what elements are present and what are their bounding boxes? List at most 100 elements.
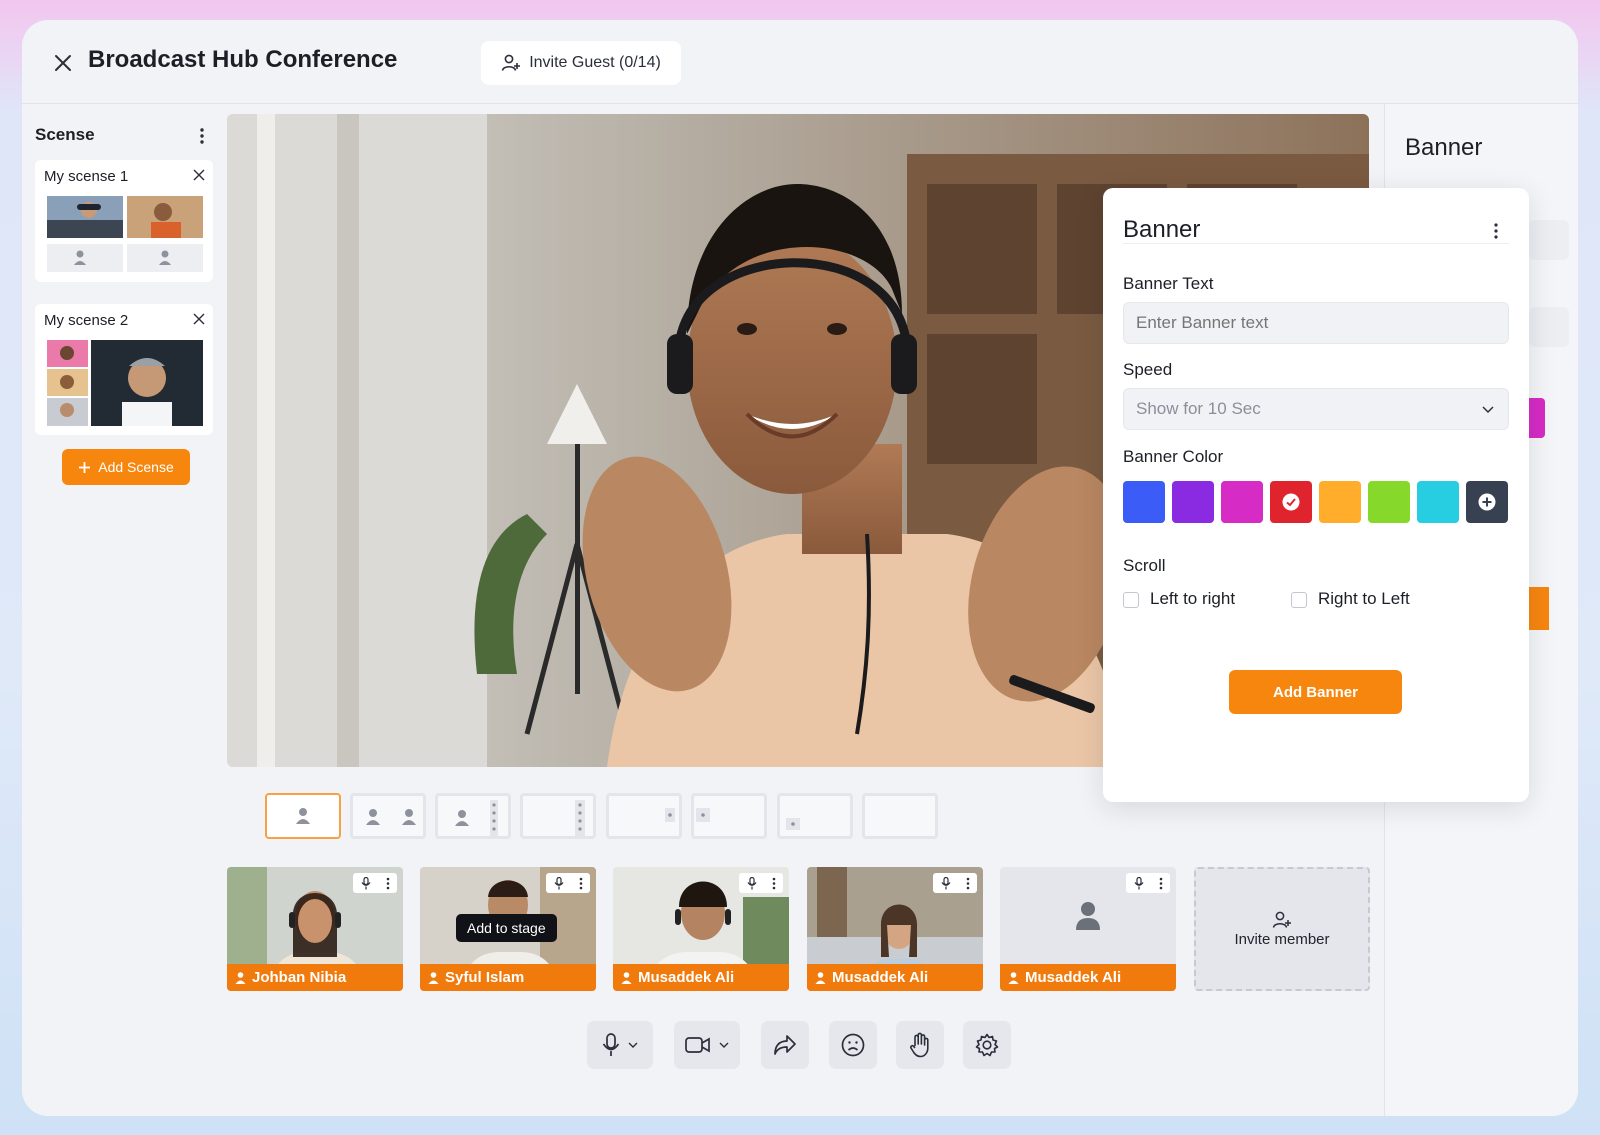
chevron-down-icon — [1482, 406, 1494, 414]
layout-option-main-side[interactable] — [435, 793, 511, 839]
add-scene-label: Add Scense — [98, 459, 174, 475]
speed-value: Show for 10 Sec — [1136, 399, 1261, 418]
participant-name-bar: Johban Nibia — [227, 964, 403, 991]
scene-preview — [47, 340, 203, 426]
person-icon — [428, 971, 439, 984]
banner-text-input[interactable] — [1123, 302, 1509, 344]
tile-controls — [546, 873, 590, 893]
participant-name: Musaddek Ali — [638, 969, 735, 986]
participant-tile[interactable]: Musaddek Ali — [807, 867, 983, 991]
banner-popup-title: Banner — [1123, 216, 1201, 243]
person-icon — [815, 971, 826, 984]
more-options-icon[interactable] — [772, 877, 776, 890]
mic-icon[interactable] — [941, 876, 951, 890]
more-options-icon[interactable] — [579, 877, 583, 890]
invite-guest-label: Invite Guest (0/14) — [529, 54, 661, 71]
more-options-icon[interactable] — [194, 126, 210, 146]
layout-option-two[interactable] — [350, 793, 426, 839]
participant-tile[interactable]: Musaddek Ali — [613, 867, 789, 991]
color-swatch[interactable] — [1221, 481, 1263, 523]
left-to-right-checkbox[interactable] — [1123, 592, 1139, 608]
scene-card-1[interactable]: My scense 1 — [35, 160, 213, 282]
layout-option-lower-third[interactable] — [777, 793, 853, 839]
layout-option-single[interactable] — [265, 793, 341, 839]
add-to-stage-tooltip[interactable]: Add to stage — [456, 914, 557, 942]
person-icon — [665, 808, 675, 822]
header-bar: Broadcast Hub Conference Invite Guest (0… — [22, 20, 1578, 104]
close-icon[interactable] — [193, 313, 205, 325]
mic-toggle-button[interactable] — [587, 1021, 653, 1069]
speed-label: Speed — [1123, 360, 1173, 379]
avatar-placeholder-icon — [1076, 902, 1100, 930]
add-user-icon — [1272, 911, 1291, 928]
invite-member-label: Invite member — [1234, 930, 1330, 948]
settings-button[interactable] — [963, 1021, 1011, 1069]
person-icon — [575, 800, 585, 836]
left-to-right-label: Left to right — [1150, 589, 1236, 608]
plus-circle-icon — [1478, 493, 1496, 511]
add-scene-button[interactable]: Add Scense — [62, 449, 190, 485]
person-icon — [235, 971, 246, 984]
add-color-button[interactable] — [1466, 481, 1508, 523]
add-banner-button[interactable]: Add Banner — [1229, 670, 1402, 714]
more-options-icon[interactable] — [1489, 221, 1503, 241]
share-icon — [774, 1035, 796, 1055]
participant-name-bar: Musaddek Ali — [1000, 964, 1176, 991]
layout-option-side-list[interactable] — [520, 793, 596, 839]
participant-tile[interactable]: Add to stage Syful Islam — [420, 867, 596, 991]
right-panel-button[interactable] — [1529, 587, 1549, 630]
mic-icon — [602, 1033, 620, 1056]
mic-icon[interactable] — [1134, 876, 1144, 890]
right-panel-swatch[interactable] — [1529, 398, 1545, 438]
right-panel-field[interactable] — [1529, 220, 1569, 260]
mic-icon[interactable] — [361, 876, 371, 890]
chevron-down-icon[interactable] — [628, 1042, 638, 1048]
hand-icon — [910, 1032, 929, 1058]
right-panel-field[interactable] — [1529, 307, 1569, 347]
tile-controls — [933, 873, 977, 893]
invite-guest-button[interactable]: Invite Guest (0/14) — [481, 41, 681, 85]
page-title: Broadcast Hub Conference — [88, 46, 398, 73]
scene-preview — [47, 196, 203, 272]
color-swatch[interactable] — [1417, 481, 1459, 523]
banner-popup: Banner Banner Text Speed Show for 10 Sec… — [1103, 188, 1529, 802]
mic-icon[interactable] — [747, 876, 757, 890]
more-options-icon[interactable] — [386, 877, 390, 890]
share-button[interactable] — [761, 1021, 809, 1069]
camera-toggle-button[interactable] — [674, 1021, 740, 1069]
scene-card-2[interactable]: My scense 2 — [35, 304, 213, 435]
emoji-icon — [841, 1033, 865, 1057]
camera-icon — [685, 1037, 710, 1053]
tile-controls — [1126, 873, 1170, 893]
settings-icon — [975, 1033, 999, 1057]
more-options-icon[interactable] — [966, 877, 970, 890]
reaction-button[interactable] — [829, 1021, 877, 1069]
participant-tile[interactable]: Musaddek Ali — [1000, 867, 1176, 991]
layout-option-pip-right[interactable] — [606, 793, 682, 839]
close-icon[interactable] — [193, 169, 205, 181]
raise-hand-button[interactable] — [896, 1021, 944, 1069]
scenes-heading: Scense — [35, 125, 95, 144]
color-swatch[interactable] — [1270, 481, 1312, 523]
layout-option-pip-left[interactable] — [691, 793, 767, 839]
tile-controls — [739, 873, 783, 893]
person-icon — [366, 809, 416, 825]
mic-icon[interactable] — [554, 876, 564, 890]
layout-option-empty[interactable] — [862, 793, 938, 839]
plus-icon — [79, 461, 91, 473]
color-swatch[interactable] — [1368, 481, 1410, 523]
more-options-icon[interactable] — [1159, 877, 1163, 890]
person-icon — [1008, 971, 1019, 984]
right-to-left-checkbox[interactable] — [1291, 592, 1307, 608]
invite-member-button[interactable]: Invite member — [1194, 867, 1370, 991]
color-swatch[interactable] — [1319, 481, 1361, 523]
chevron-down-icon[interactable] — [719, 1042, 729, 1048]
color-swatch[interactable] — [1172, 481, 1214, 523]
participant-name-bar: Musaddek Ali — [807, 964, 983, 991]
banner-color-label: Banner Color — [1123, 447, 1224, 466]
participant-name-bar: Musaddek Ali — [613, 964, 789, 991]
color-swatch[interactable] — [1123, 481, 1165, 523]
speed-select[interactable]: Show for 10 Sec — [1123, 388, 1509, 430]
participant-tile[interactable]: Johban Nibia — [227, 867, 403, 991]
close-icon[interactable] — [54, 54, 72, 72]
